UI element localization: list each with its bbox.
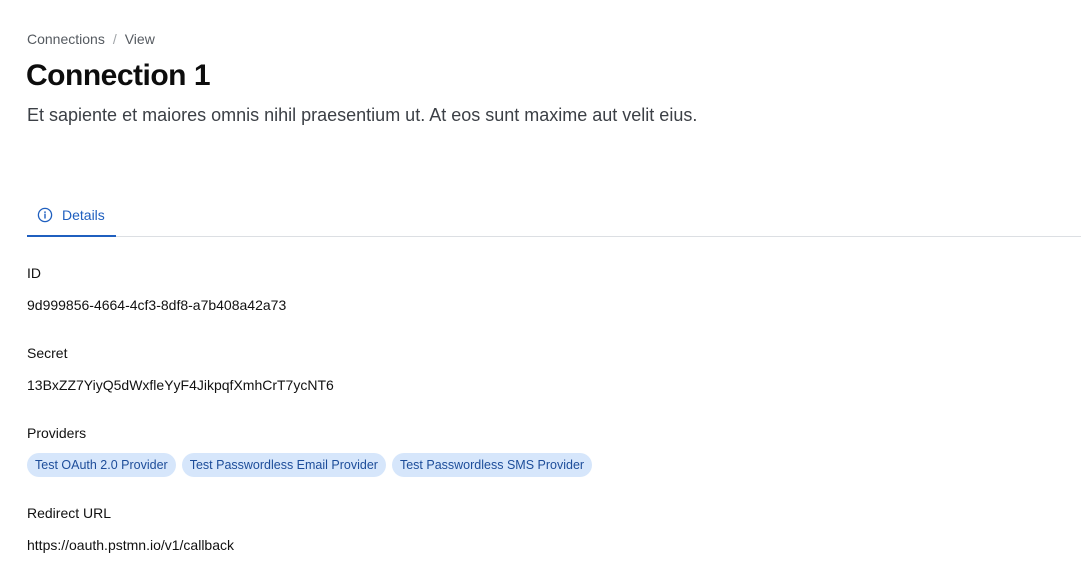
provider-chip-oauth: Test OAuth 2.0 Provider [27,453,176,477]
breadcrumb-connections-link[interactable]: Connections [27,30,105,48]
page-description: Et sapiente et maiores omnis nihil praes… [27,105,698,125]
tab-details[interactable]: Details [27,194,116,237]
providers-list: Test OAuth 2.0 Provider Test Passwordles… [27,453,593,477]
provider-chip-passwordless-sms: Test Passwordless SMS Provider [391,453,593,477]
tab-details-label: Details [62,206,105,223]
breadcrumb-current: View [124,31,155,47]
connection-view-page: Connections / View Connection 1 Et sapie… [0,0,1081,575]
breadcrumb-separator: / [112,31,117,47]
id-value: 9d999856-4664-4cf3-8df8-a7b408a42a73 [27,297,287,313]
page-title: Connection 1 [26,59,211,92]
id-label: ID [27,265,41,281]
info-circle-icon [37,207,53,223]
redirect-url-value: https://oauth.pstmn.io/v1/callback [27,537,234,553]
secret-value: 13BxZZ7YiyQ5dWxfleYyF4JikpqfXmhCrT7ycNT6 [27,377,334,393]
provider-chip-passwordless-email: Test Passwordless Email Provider [181,453,386,477]
breadcrumb: Connections / View [27,30,155,48]
tab-bar: Details [27,194,1081,237]
providers-label: Providers [27,425,87,441]
redirect-url-label: Redirect URL [27,505,112,521]
secret-label: Secret [27,345,68,361]
